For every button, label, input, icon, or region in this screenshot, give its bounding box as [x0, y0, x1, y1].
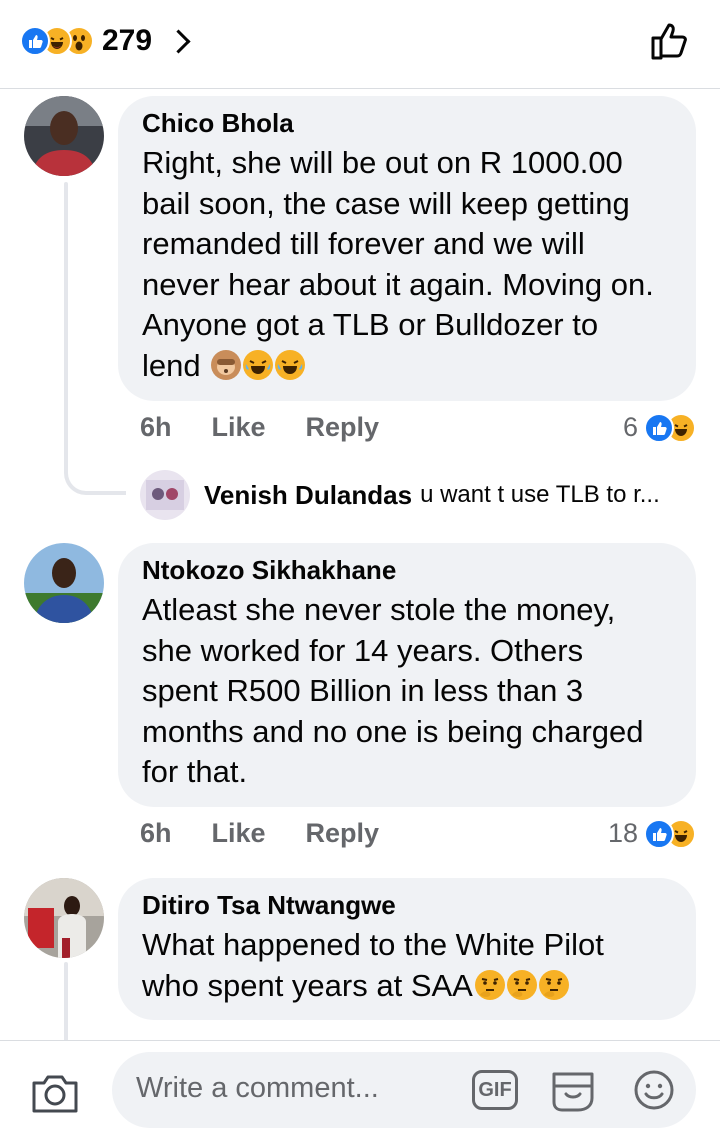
reply-button[interactable]: Reply: [306, 412, 380, 443]
comment-line: lend: [142, 346, 672, 387]
comment-actions: 6h Like Reply: [140, 412, 419, 443]
like-icon: [644, 818, 674, 849]
comment-line-text: who spent years at SAA: [142, 967, 473, 1003]
reply-button[interactable]: Reply: [306, 818, 380, 849]
tears-of-joy-emoji: [275, 349, 306, 380]
avatar[interactable]: [24, 96, 104, 176]
comment-text: Atleast she never stole the money, she w…: [142, 590, 672, 793]
avatar[interactable]: [140, 470, 190, 520]
reply-snippet: u want t use TLB to r...: [420, 481, 660, 508]
comment-reactions[interactable]: 18: [608, 818, 696, 849]
comment-line: for that.: [142, 754, 248, 789]
comment-bubble: Chico Bhola Right, she will be out on R …: [118, 96, 696, 401]
comment-text: Right, she will be out on R 1000.00 bail…: [142, 143, 672, 386]
see-no-evil-monkey-emoji: [211, 349, 242, 380]
comment-reaction-count: 6: [622, 412, 638, 442]
comment-bubble: Ntokozo Sikhakhane Atleast she never sto…: [118, 543, 696, 807]
comment-line: remanded till forever and we will: [142, 226, 585, 261]
avatar[interactable]: [24, 878, 104, 958]
like-button[interactable]: Like: [212, 818, 266, 849]
comment-line: What happened to the White Pilot: [142, 927, 604, 962]
chevron-right-icon: [166, 28, 191, 54]
comment-author[interactable]: Chico Bhola: [142, 108, 672, 139]
thread-line: [64, 182, 68, 472]
emoji-icon[interactable]: [632, 1068, 676, 1117]
reply-connector: [64, 455, 126, 495]
thinking-face-emoji: [474, 969, 505, 1000]
sticker-icon[interactable]: [548, 1066, 598, 1119]
like-icon: [644, 412, 674, 443]
reactions-header: 279: [0, 0, 720, 89]
thumbs-up-outline-icon[interactable]: [648, 20, 690, 67]
comment-text: What happened to the White Pilot who spe…: [142, 925, 672, 1006]
camera-icon[interactable]: [30, 1071, 80, 1120]
comment-actions: 6h Like Reply: [140, 818, 419, 849]
comment-composer: Write a comment... GIF: [0, 1040, 720, 1137]
comment-line: who spent years at SAA: [142, 966, 672, 1007]
thread-line: [64, 962, 68, 1042]
comment-time: 6h: [140, 412, 172, 442]
tears-of-joy-emoji: [243, 349, 274, 380]
comment-reactions[interactable]: 6: [623, 412, 696, 443]
comment-line: spent R500 Billion in less than 3: [142, 673, 584, 708]
comment-time: 6h: [140, 818, 172, 848]
like-button[interactable]: Like: [212, 412, 266, 443]
reaction-count: 279: [102, 24, 153, 57]
comment-input-placeholder: Write a comment...: [136, 1072, 379, 1104]
reply-author[interactable]: Venish Dulandas: [204, 480, 412, 511]
comment-bubble: Ditiro Tsa Ntwangwe What happened to the…: [118, 878, 696, 1020]
thinking-face-emoji: [538, 969, 569, 1000]
like-icon: [20, 26, 50, 56]
avatar[interactable]: [24, 543, 104, 623]
comment-author[interactable]: Ntokozo Sikhakhane: [142, 555, 672, 586]
comment-line: she worked for 14 years. Others: [142, 632, 584, 668]
comment-line: months and no one is being charged: [142, 713, 644, 749]
gif-icon[interactable]: GIF: [472, 1070, 518, 1110]
comment-author[interactable]: Ditiro Tsa Ntwangwe: [142, 890, 672, 921]
comment-reaction-count: 18: [607, 818, 638, 848]
comment-line: Right, she will be out on R 1000.00: [142, 145, 623, 180]
thinking-face-emoji: [506, 969, 537, 1000]
comment-line: Atleast she never stole the money,: [142, 592, 616, 627]
comment-line: bail soon, the case will keep getting: [142, 185, 630, 221]
comment-line: never hear about it again. Moving on.: [142, 266, 654, 302]
reply-preview[interactable]: Venish Dulandas u want t use TLB to r...: [140, 470, 660, 520]
comment-line: Anyone got a TLB or Bulldozer to: [142, 307, 599, 342]
comment-line-text: lend: [142, 347, 201, 383]
comment-input[interactable]: Write a comment... GIF: [112, 1052, 696, 1128]
reactions-summary[interactable]: 279: [20, 24, 191, 58]
